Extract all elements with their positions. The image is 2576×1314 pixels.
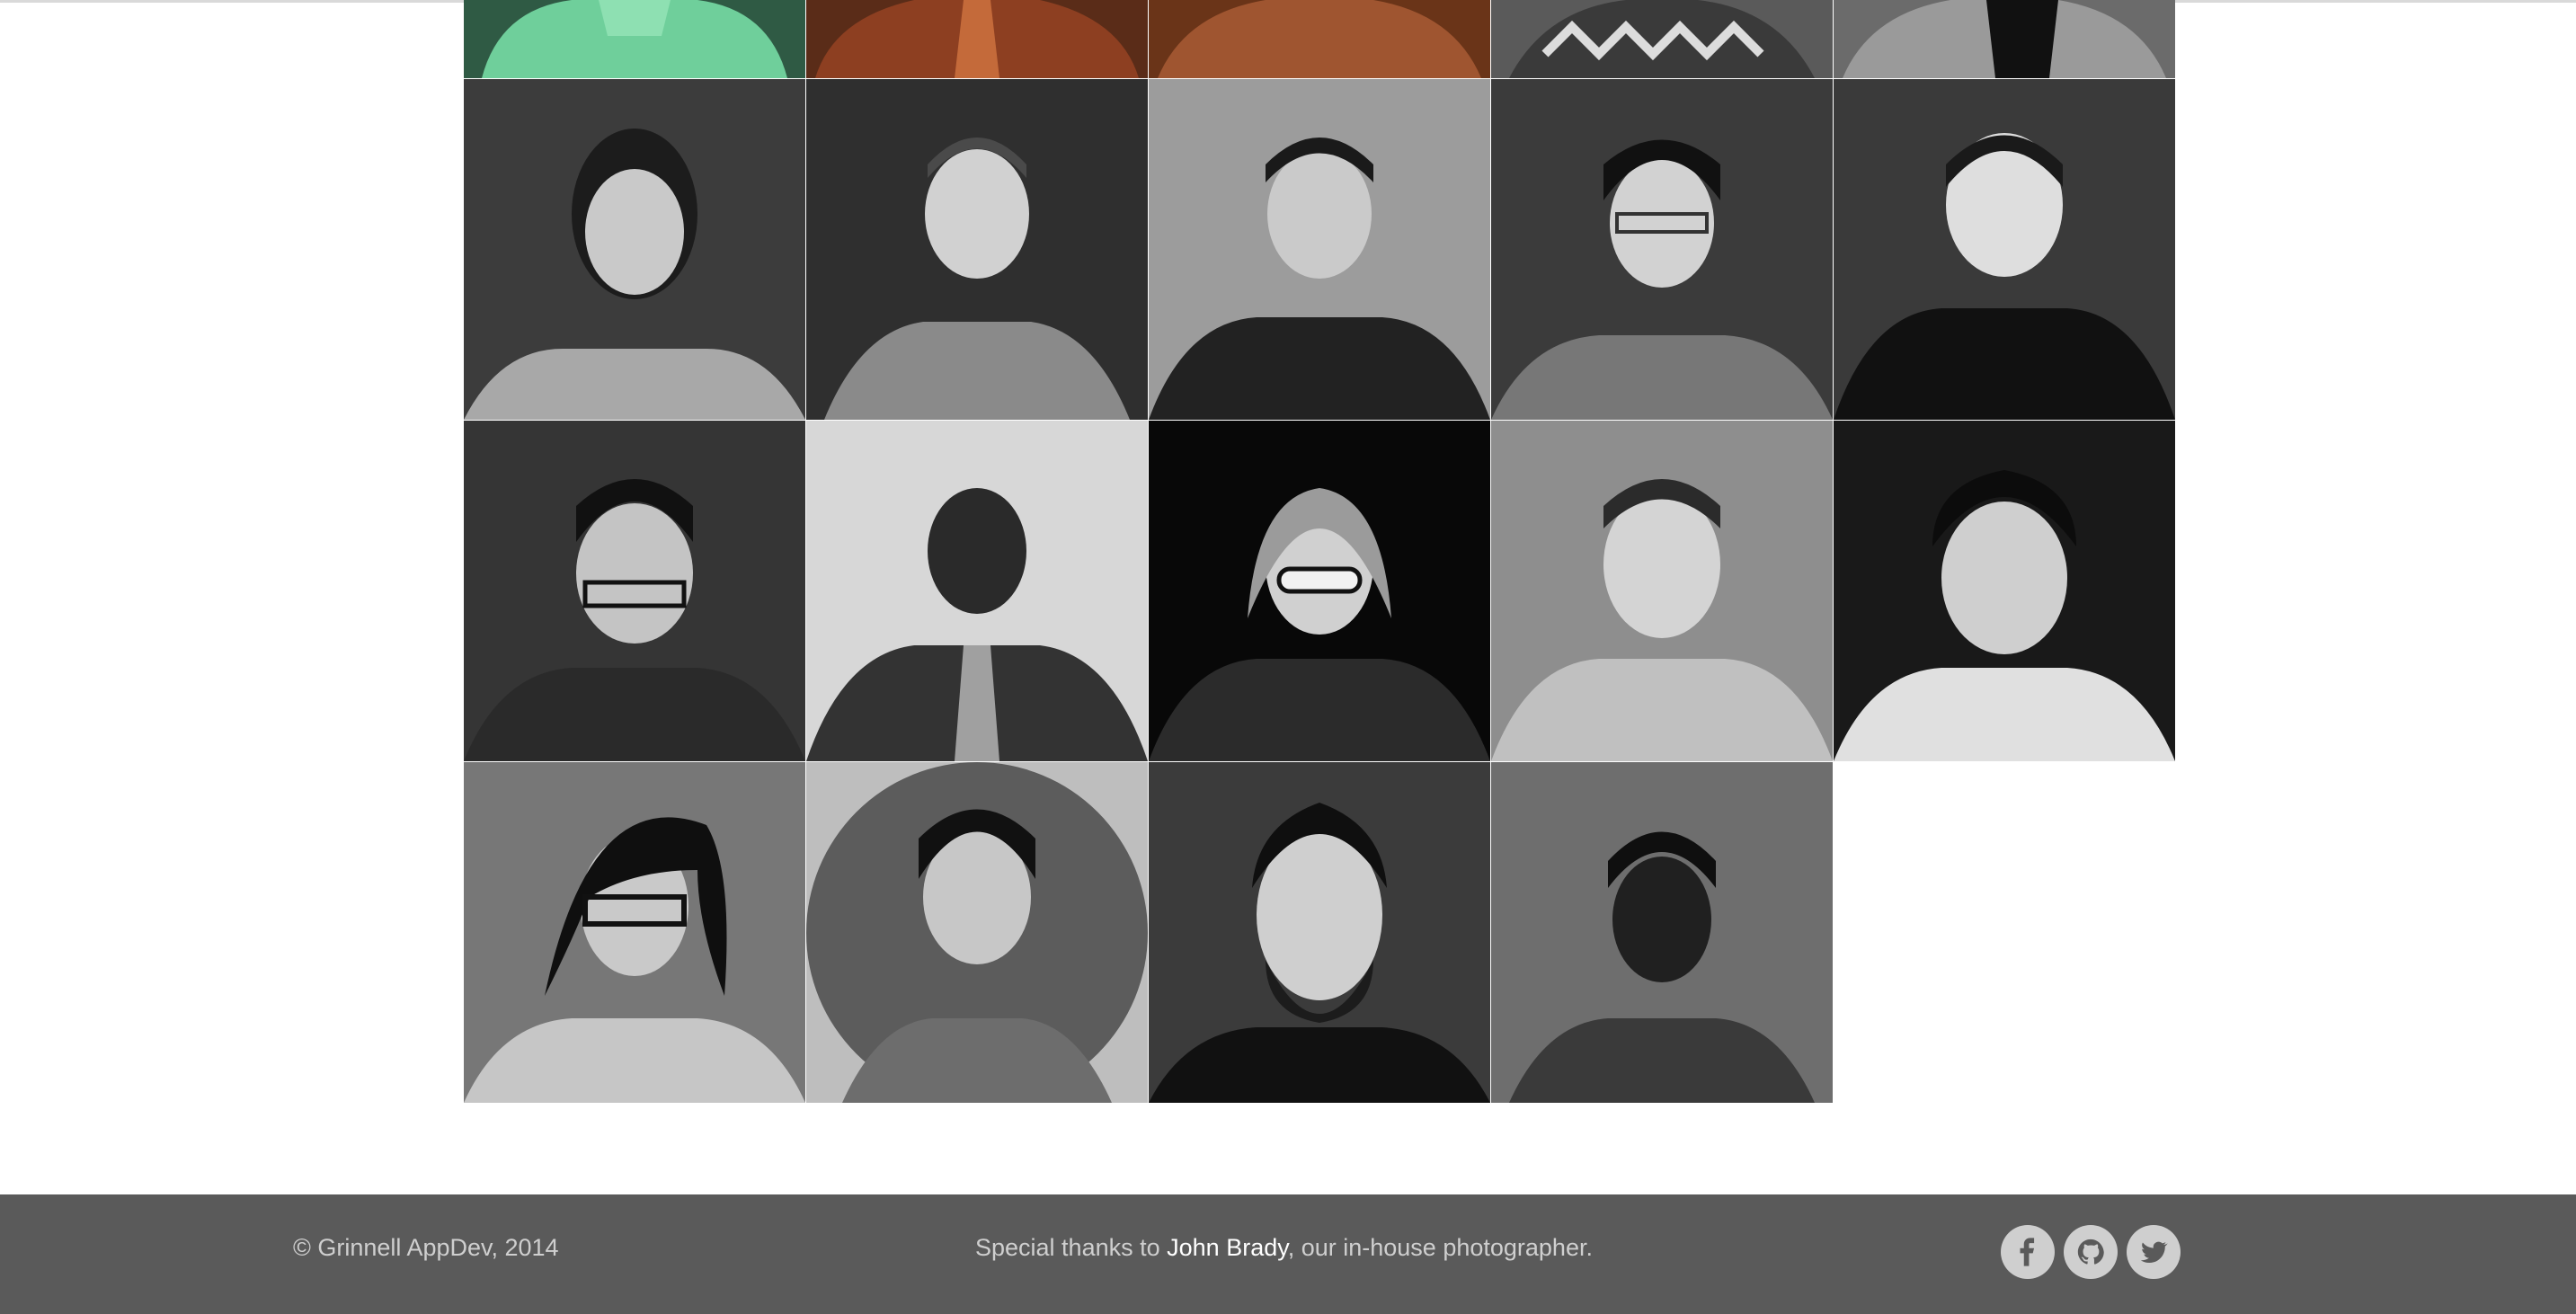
photo-tile[interactable] xyxy=(464,0,805,78)
photo-grid xyxy=(464,0,2175,1103)
github-icon[interactable] xyxy=(2064,1225,2118,1279)
photo-tile[interactable] xyxy=(464,79,805,420)
photo-tile[interactable] xyxy=(1834,0,2175,78)
photo-tile[interactable] xyxy=(806,421,1148,761)
photographer-name: John Brady xyxy=(1167,1234,1288,1261)
footer: © Grinnell AppDev, 2014 Special thanks t… xyxy=(0,1194,2576,1314)
photo-tile[interactable] xyxy=(806,79,1148,420)
credit-prefix: Special thanks to xyxy=(975,1234,1168,1261)
photo-tile[interactable] xyxy=(1491,421,1833,761)
empty-grid-cell xyxy=(1834,762,2175,1103)
facebook-icon[interactable] xyxy=(2001,1225,2055,1279)
photo-tile[interactable] xyxy=(464,421,805,761)
photo-tile[interactable] xyxy=(1149,421,1490,761)
photo-tile[interactable] xyxy=(1834,79,2175,420)
photo-tile[interactable] xyxy=(1149,762,1490,1103)
photo-tile[interactable] xyxy=(1149,79,1490,420)
photographer-credit: Special thanks to John Brady, our in-hou… xyxy=(975,1234,1593,1262)
photo-tile[interactable] xyxy=(1491,0,1833,78)
copyright-text: © Grinnell AppDev, 2014 xyxy=(293,1234,559,1261)
photo-tile[interactable] xyxy=(464,762,805,1103)
twitter-icon[interactable] xyxy=(2127,1225,2181,1279)
photo-tile[interactable] xyxy=(1491,762,1833,1103)
social-links xyxy=(2001,1225,2181,1279)
photo-tile[interactable] xyxy=(1149,0,1490,78)
photo-tile[interactable] xyxy=(806,0,1148,78)
photo-tile[interactable] xyxy=(1834,421,2175,761)
photo-tile[interactable] xyxy=(1491,79,1833,420)
credit-suffix: , our in-house photographer. xyxy=(1287,1234,1593,1261)
photo-tile[interactable] xyxy=(806,762,1148,1103)
